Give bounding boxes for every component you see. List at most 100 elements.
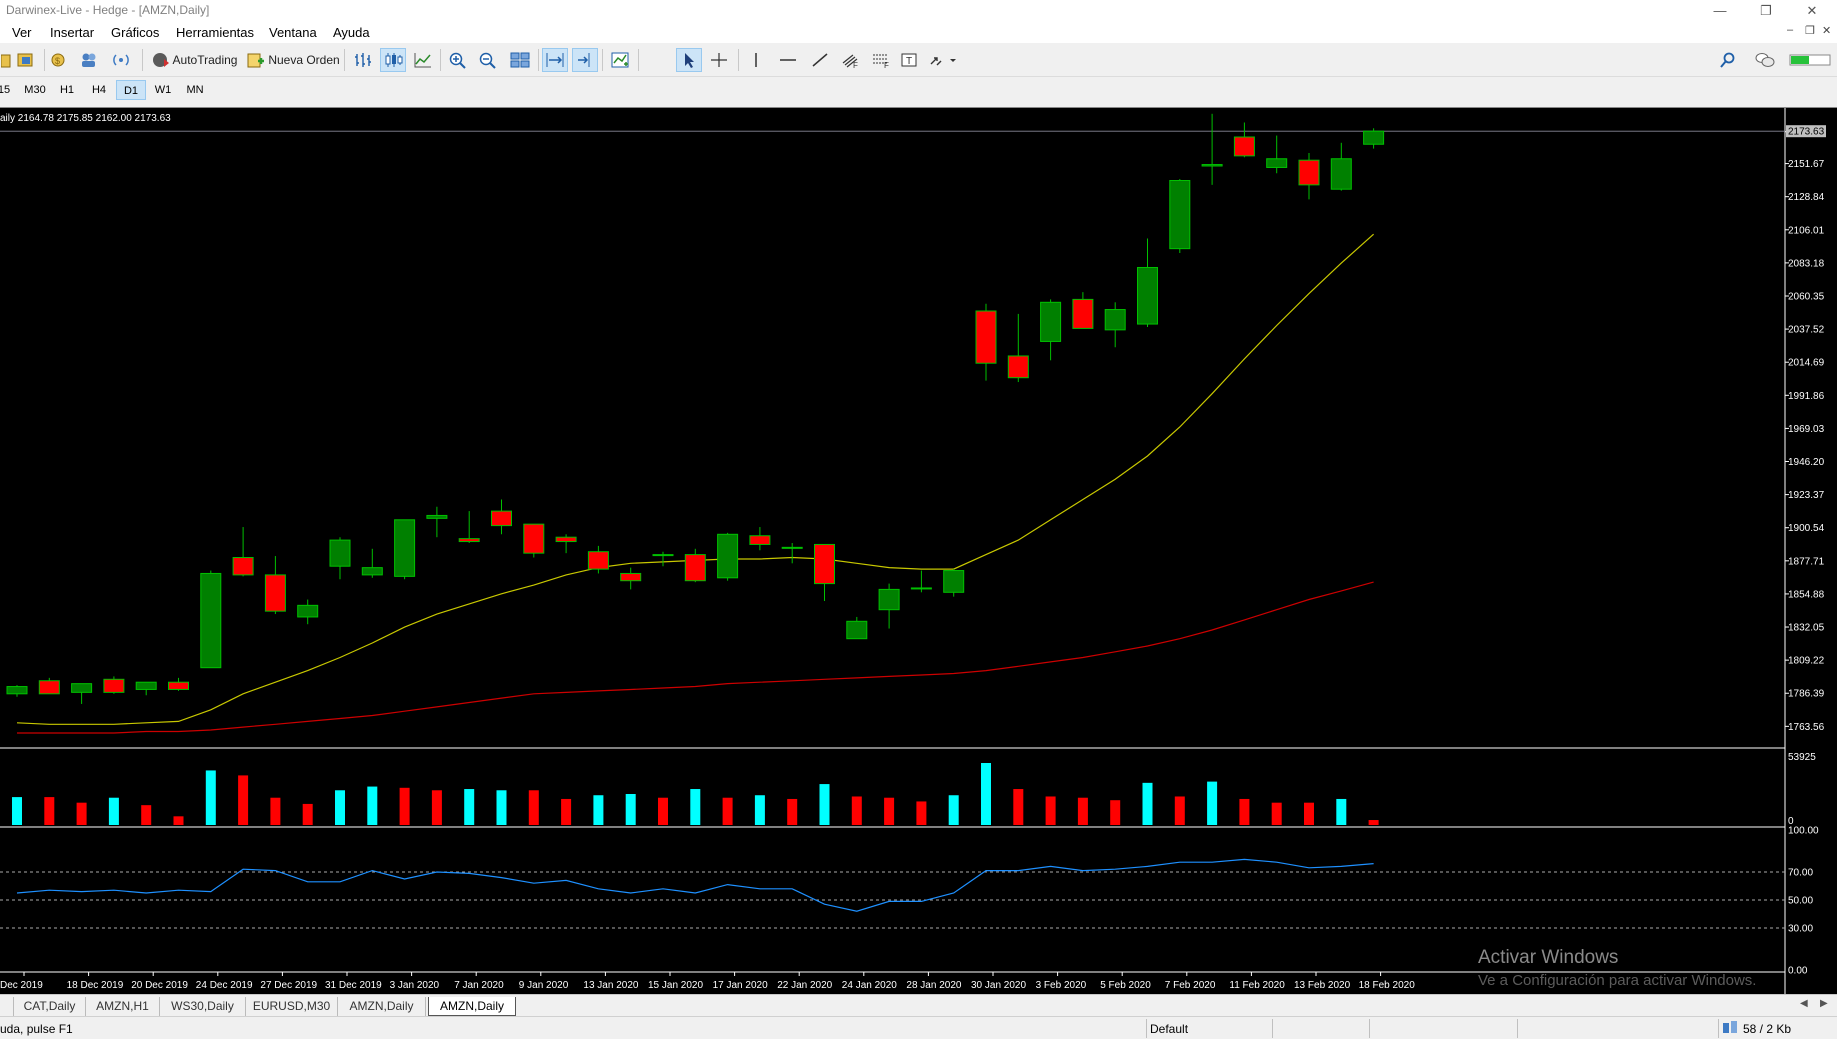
timeframe-w1[interactable]: W1 (148, 80, 178, 100)
timeframe-d1[interactable]: D1 (116, 80, 146, 100)
window-title: Darwinex-Live - Hedge - [AMZN,Daily] (6, 3, 210, 17)
price-chart[interactable]: 2173.63 2151.67 2128.84 2106.01 2083.18 2060.… (0, 108, 1837, 994)
price-tick-label: 1946.20 (1788, 457, 1825, 468)
child-restore-button[interactable]: ❐ (1805, 24, 1815, 37)
text-label-icon[interactable]: T (896, 48, 922, 72)
zoom-out-icon[interactable] (474, 48, 502, 72)
trendline-icon[interactable] (808, 48, 832, 72)
tab-amzn-h1[interactable]: AMZN,H1 (86, 997, 160, 1016)
time-axis-label: 18 Feb 2020 (1359, 980, 1416, 991)
volume-bar-down (787, 798, 798, 825)
volume-bar-up (108, 797, 119, 825)
volume-bar-down (76, 802, 87, 825)
chart-shift-icon[interactable] (572, 48, 598, 72)
price-tick-label: 1854.88 (1788, 589, 1825, 600)
timeframe-bar: 15 M30 H1 H4 D1 W1 MN (0, 77, 1837, 103)
bull-candle (1363, 130, 1385, 145)
vertical-line-icon[interactable] (744, 48, 768, 72)
bear-candle (1072, 298, 1094, 329)
chart-area[interactable]: 2173.63 2151.67 2128.84 2106.01 2083.18 2060.… (0, 107, 1837, 994)
volume-bar-down (916, 801, 927, 825)
search-icon[interactable] (1716, 48, 1740, 72)
time-axis-label: 9 Jan 2020 (519, 980, 569, 991)
indicators-icon[interactable] (606, 48, 634, 72)
tabs-scroll-right-icon[interactable]: ▶ (1820, 998, 1828, 1009)
timeframe-h4[interactable]: H4 (84, 80, 114, 100)
time-axis-label: 24 Jan 2020 (842, 980, 897, 991)
signals-icon[interactable] (108, 48, 134, 72)
menu-graficos[interactable]: Gráficos (111, 25, 159, 40)
child-minimize-button[interactable]: – (1787, 24, 1793, 36)
timeframe-m30[interactable]: M30 (20, 80, 50, 100)
navigator-icon[interactable] (76, 48, 102, 72)
arrows-dropdown-icon[interactable] (924, 48, 962, 72)
new-order-icon (247, 53, 265, 68)
volume-bar-down (722, 797, 733, 825)
status-bar: uda, pulse F1 Default 58 / 2 Kb (0, 1016, 1837, 1039)
price-tick-label: 1809.22 (1788, 656, 1825, 667)
volume-bar-down (851, 796, 862, 825)
horizontal-line-icon[interactable] (776, 48, 800, 72)
tab-amzn-daily[interactable]: AMZN,Daily (338, 997, 426, 1016)
timeframe-m15[interactable]: 15 (0, 80, 16, 100)
candlestick-chart-icon[interactable] (380, 48, 406, 72)
toolbar-separator (44, 49, 45, 71)
bar-chart-icon[interactable] (350, 48, 376, 72)
tabs-scroll-left-icon[interactable]: ◀ (1800, 998, 1808, 1009)
menu-ver[interactable]: Ver (12, 25, 32, 40)
autotrading-button[interactable]: AutoTrading (146, 48, 242, 72)
toolbar-separator (440, 49, 441, 71)
bull-candle (846, 620, 868, 640)
fibonacci-icon[interactable]: F (868, 48, 894, 72)
menu-ventana[interactable]: Ventana (269, 25, 317, 40)
volume-bar-up (754, 795, 765, 825)
bear-candle (749, 535, 771, 545)
timeframe-mn[interactable]: MN (180, 80, 210, 100)
status-divider (1369, 1019, 1370, 1038)
menu-herramientas[interactable]: Herramientas (176, 25, 254, 40)
zoom-in-icon[interactable] (444, 48, 472, 72)
price-tick-label: 2083.18 (1788, 258, 1825, 269)
restore-button[interactable]: ❐ (1743, 1, 1789, 20)
timeframe-h1[interactable]: H1 (52, 80, 82, 100)
volume-bar-up (981, 763, 991, 825)
bull-candle (426, 514, 448, 519)
new-chart-icon[interactable] (0, 48, 12, 72)
tab-ws30-daily[interactable]: WS30,Daily (160, 997, 246, 1016)
connection-icon (1722, 1020, 1740, 1039)
menu-ayuda[interactable]: Ayuda (333, 25, 370, 40)
time-axis-label: 30 Jan 2020 (971, 980, 1026, 991)
volume-bar-up (1142, 782, 1153, 825)
bull-candle (329, 539, 351, 567)
chart-tab-bar: CAT,Daily AMZN,H1 WS30,Daily EURUSD,M30 … (0, 994, 1837, 1016)
tab-cat-daily[interactable]: CAT,Daily (14, 997, 86, 1016)
tile-windows-icon[interactable] (506, 48, 534, 72)
bull-candle (717, 533, 739, 579)
chat-icon[interactable] (1752, 48, 1778, 72)
child-close-button[interactable]: ✕ (1822, 24, 1831, 37)
price-tick-label: 1877.71 (1788, 556, 1825, 567)
crosshair-icon[interactable] (706, 48, 732, 72)
equidistant-channel-icon[interactable]: F (838, 48, 864, 72)
new-order-button[interactable]: Nueva Orden (246, 48, 340, 72)
bear-candle (1233, 136, 1255, 157)
market-watch-icon[interactable]: $ (46, 48, 72, 72)
volume-bar-down (658, 797, 668, 825)
activation-watermark-subtitle: Ve a Configuración para activar Windows. (1478, 972, 1757, 989)
ohlc-readout: aily 2164.78 2175.85 2162.00 2173.63 (0, 113, 171, 124)
status-divider (1146, 1019, 1147, 1038)
auto-scroll-icon[interactable] (542, 48, 568, 72)
menu-insertar[interactable]: Insertar (50, 25, 94, 40)
volume-bar-up (496, 790, 507, 825)
tab-eurusd-m30[interactable]: EURUSD,M30 (246, 997, 338, 1016)
minimize-button[interactable]: — (1697, 1, 1743, 20)
close-button[interactable]: ✕ (1789, 1, 1835, 20)
tab-amzn-daily-active[interactable]: AMZN,Daily (428, 997, 516, 1016)
profiles-icon[interactable] (12, 48, 40, 72)
cursor-icon[interactable] (676, 48, 702, 72)
toolbar-separator (142, 49, 143, 71)
bear-candle (1298, 159, 1320, 186)
autotrading-label: AutoTrading (172, 53, 238, 67)
title-bar: Darwinex-Live - Hedge - [AMZN,Daily] — ❐… (0, 0, 1837, 21)
line-chart-icon[interactable] (410, 48, 436, 72)
